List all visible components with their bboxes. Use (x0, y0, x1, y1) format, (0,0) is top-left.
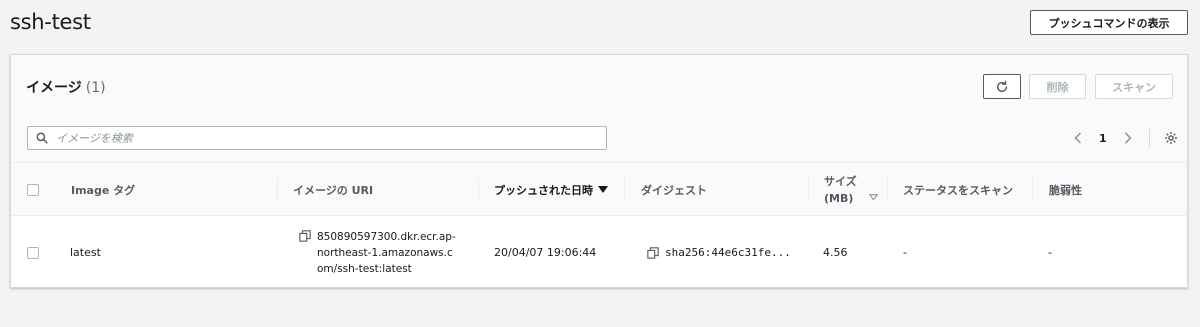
select-all-checkbox[interactable] (27, 183, 39, 196)
panel-header: イメージ(1) 削除 スキャン 1 (11, 55, 1187, 163)
column-uri[interactable]: イメージの URI (293, 163, 373, 216)
column-pushed-at[interactable]: プッシュされた日時 (494, 163, 608, 216)
cell-uri: 850890597300.dkr.ecr.ap-northeast-1.amaz… (299, 217, 457, 288)
cell-pushed-at: 20/04/07 19:06:44 (494, 246, 597, 259)
column-size[interactable]: サイズ (MB) (824, 163, 878, 216)
select-all-cell (27, 163, 39, 216)
table-settings-button[interactable] (1164, 131, 1178, 145)
cell-digest: sha256:44e6c31fe... (647, 217, 791, 288)
panel-title: イメージ (1) (26, 77, 106, 97)
panel-title-text: イメージ (26, 80, 82, 96)
table-row: latest 850890597300.dkr.ecr.ap-northeast… (11, 217, 1187, 288)
column-divider (1032, 178, 1033, 202)
column-size-label: サイズ (MB) (824, 173, 857, 207)
column-image-tag[interactable]: Image タグ (71, 163, 135, 216)
pagination-divider (1148, 129, 1150, 147)
chevron-right-icon (1124, 132, 1132, 144)
delete-button[interactable]: 削除 (1029, 74, 1086, 99)
page-title: ssh-test (10, 10, 91, 34)
copy-icon[interactable] (299, 230, 311, 242)
cell-size: 4.56 (823, 246, 848, 259)
refresh-button[interactable] (983, 74, 1021, 99)
cell-vulnerabilities: - (1048, 246, 1052, 259)
previous-page-button[interactable] (1071, 129, 1085, 147)
column-vulnerabilities[interactable]: 脆弱性 (1049, 163, 1082, 216)
chevron-left-icon (1074, 132, 1082, 144)
image-uri: 850890597300.dkr.ecr.ap-northeast-1.amaz… (317, 230, 456, 275)
search-icon (36, 132, 48, 144)
sort-caret-icon (868, 194, 878, 201)
row-select-cell (27, 217, 39, 288)
search-input[interactable] (56, 131, 596, 145)
search-box[interactable] (27, 126, 607, 150)
table-header: Image タグ イメージの URI プッシュされた日時 ダイジェスト サイズ … (11, 163, 1187, 216)
pagination: 1 (1071, 129, 1178, 147)
copy-icon[interactable] (647, 246, 659, 259)
column-size-label-line1: サイズ (824, 174, 857, 188)
caret-down-icon (598, 185, 608, 193)
gear-icon (1164, 132, 1177, 144)
images-panel: イメージ(1) 削除 スキャン 1 (10, 54, 1188, 288)
column-pushed-at-label: プッシュされた日時 (494, 183, 593, 197)
column-divider (478, 178, 479, 202)
column-divider (808, 178, 809, 202)
refresh-icon (996, 80, 1008, 92)
current-page-number[interactable]: 1 (1099, 132, 1107, 145)
column-digest[interactable]: ダイジェスト (641, 163, 707, 216)
column-scan-status[interactable]: ステータスをスキャン (903, 163, 1013, 216)
cell-scan-status: - (903, 246, 907, 259)
scan-button[interactable]: スキャン (1095, 74, 1173, 99)
column-divider (624, 178, 625, 202)
view-push-commands-button[interactable]: プッシュコマンドの表示 (1030, 10, 1188, 35)
column-size-label-line2: (MB) (824, 191, 854, 205)
row-checkbox[interactable] (27, 246, 39, 259)
column-divider (887, 178, 888, 202)
image-digest[interactable]: sha256:44e6c31fe... (665, 246, 791, 259)
column-divider (277, 178, 278, 202)
cell-image-tag: latest (70, 246, 101, 259)
image-count: (1) (85, 80, 106, 96)
next-page-button[interactable] (1121, 129, 1135, 147)
